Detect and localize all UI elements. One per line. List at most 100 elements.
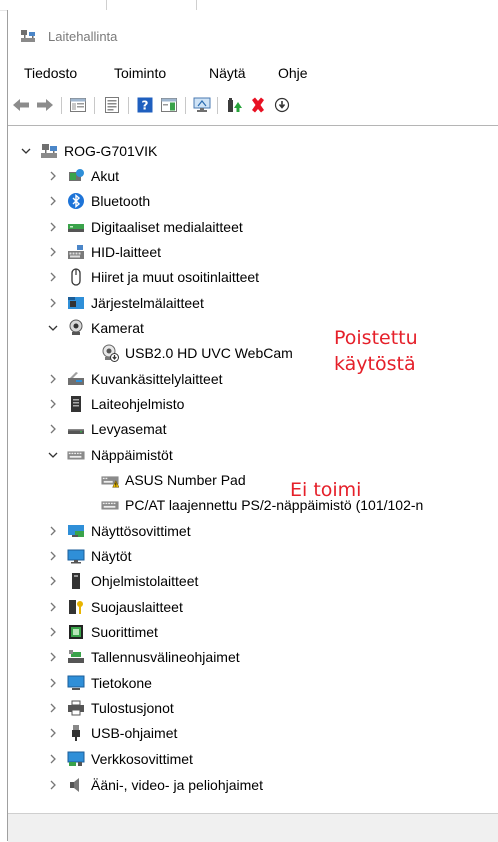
chevron-right-icon[interactable] xyxy=(47,195,59,207)
title-bar: Laitehallinta xyxy=(8,10,498,58)
chevron-right-icon[interactable] xyxy=(47,779,59,791)
chevron-right-icon[interactable] xyxy=(47,550,59,562)
uninstall-x-icon[interactable] xyxy=(248,95,268,115)
toolbar-separator xyxy=(61,97,62,114)
chevron-right-icon[interactable] xyxy=(47,170,59,182)
chevron-right-icon[interactable] xyxy=(47,601,59,613)
chevron-right-icon[interactable] xyxy=(47,575,59,587)
device-asus-number-pad[interactable]: ASUS Number Pad xyxy=(101,467,246,492)
chevron-right-icon[interactable] xyxy=(47,753,59,765)
top-edge-divider xyxy=(196,0,197,10)
device-webcam[interactable]: USB2.0 HD UVC WebCam xyxy=(101,340,293,365)
chevron-right-icon[interactable] xyxy=(47,373,59,385)
device-tree: ROG-G701VIK Akut Bluetooth Digitaaliset … xyxy=(8,125,498,814)
category-monitors[interactable]: Näytöt xyxy=(47,543,131,568)
category-system-devices[interactable]: Järjestelmälaitteet xyxy=(47,290,204,315)
chevron-right-icon[interactable] xyxy=(47,525,59,537)
menu-tiedosto[interactable]: Tiedosto xyxy=(24,65,77,81)
device-ps2-keyboard[interactable]: PC/AT laajennettu PS/2-näppäimistö (101/… xyxy=(101,492,423,517)
chevron-right-icon[interactable] xyxy=(47,271,59,283)
battery-icon xyxy=(67,167,85,185)
menu-toiminto[interactable]: Toiminto xyxy=(114,65,166,81)
chevron-right-icon[interactable] xyxy=(47,626,59,638)
category-cameras[interactable]: Kamerat xyxy=(47,315,144,340)
forward-arrow-icon[interactable] xyxy=(35,95,55,115)
chevron-down-icon[interactable] xyxy=(20,145,32,157)
annotation-disabled-line1: Poistettu xyxy=(334,327,418,349)
firmware-chip-icon xyxy=(67,395,85,413)
category-digital-media[interactable]: Digitaaliset medialaitteet xyxy=(47,214,243,239)
chevron-right-icon[interactable] xyxy=(47,651,59,663)
category-label: Laiteohjelmisto xyxy=(91,395,185,412)
menu-ohje[interactable]: Ohje xyxy=(278,65,308,81)
bluetooth-icon xyxy=(67,192,85,210)
action-pane-icon[interactable] xyxy=(159,95,179,115)
annotation-not-working: Ei toimi xyxy=(290,479,362,501)
computer-icon xyxy=(67,674,85,692)
category-bluetooth[interactable]: Bluetooth xyxy=(47,188,150,213)
chevron-right-icon[interactable] xyxy=(47,702,59,714)
category-akut[interactable]: Akut xyxy=(47,163,119,188)
chevron-right-icon[interactable] xyxy=(47,221,59,233)
menu-nayta[interactable]: Näytä xyxy=(209,65,246,81)
disable-device-icon[interactable] xyxy=(272,95,292,115)
category-label: Näppäimistöt xyxy=(91,446,173,463)
chevron-right-icon[interactable] xyxy=(47,727,59,739)
category-label: Tietokone xyxy=(91,674,152,691)
toolbar-separator xyxy=(185,97,186,114)
chevron-right-icon[interactable] xyxy=(47,677,59,689)
category-processors[interactable]: Suorittimet xyxy=(47,619,158,644)
category-imaging-devices[interactable]: Kuvankäsittelylaitteet xyxy=(47,366,223,391)
chevron-down-icon[interactable] xyxy=(47,449,59,461)
chevron-right-icon[interactable] xyxy=(47,297,59,309)
toolbar: ? xyxy=(8,90,498,120)
speaker-icon xyxy=(67,776,85,794)
category-hid[interactable]: HID-laitteet xyxy=(47,239,161,264)
computer-name: ROG-G701VIK xyxy=(64,142,158,159)
category-mice[interactable]: Hiiret ja muut osoitinlaitteet xyxy=(47,264,259,289)
chevron-right-icon[interactable] xyxy=(47,398,59,410)
category-sound-video-game[interactable]: Ääni-, video- ja peliohjaimet xyxy=(47,772,263,797)
help-icon[interactable]: ? xyxy=(135,95,155,115)
category-label: Näyttösovittimet xyxy=(91,522,191,539)
category-label: Kuvankäsittelylaitteet xyxy=(91,370,223,387)
chevron-down-icon[interactable] xyxy=(47,322,59,334)
category-computer[interactable]: Tietokone xyxy=(47,670,152,695)
scan-hardware-icon[interactable] xyxy=(192,95,212,115)
tree-root[interactable]: ROG-G701VIK xyxy=(20,138,157,163)
chevron-right-icon[interactable] xyxy=(47,423,59,435)
system-folder-icon xyxy=(67,294,85,312)
category-label: HID-laitteet xyxy=(91,243,162,260)
category-storage-controllers[interactable]: Tallennusvälineohjaimet xyxy=(47,644,240,669)
update-driver-icon[interactable] xyxy=(224,95,244,115)
category-firmware[interactable]: Laiteohjelmisto xyxy=(47,391,184,416)
category-security-devices[interactable]: Suojauslaitteet xyxy=(47,594,183,619)
monitor-icon xyxy=(67,547,85,565)
category-label: Tulostusjonot xyxy=(91,699,174,716)
annotation-disabled-line2: käytöstä xyxy=(334,353,416,375)
category-keyboards[interactable]: Näppäimistöt xyxy=(47,442,173,467)
software-device-icon xyxy=(67,572,85,590)
menu-bar: Tiedosto Toiminto Näytä Ohje xyxy=(8,58,498,88)
display-adapter-icon xyxy=(67,522,85,540)
category-label: Näytöt xyxy=(91,547,132,564)
category-display-adapters[interactable]: Näyttösovittimet xyxy=(47,518,191,543)
category-label: Akut xyxy=(91,167,120,184)
category-network-adapters[interactable]: Verkkosovittimet xyxy=(47,746,193,771)
category-software-devices[interactable]: Ohjelmistolaitteet xyxy=(47,568,198,593)
category-usb-controllers[interactable]: USB-ohjaimet xyxy=(47,720,177,745)
back-arrow-icon[interactable] xyxy=(11,95,31,115)
category-print-queues[interactable]: Tulostusjonot xyxy=(47,695,174,720)
category-disk-drives[interactable]: Levyasemat xyxy=(47,416,166,441)
category-label: Ohjelmistolaitteet xyxy=(91,572,199,589)
disk-drive-icon xyxy=(67,420,85,438)
chevron-right-icon[interactable] xyxy=(47,246,59,258)
status-bar xyxy=(8,813,498,842)
properties-icon[interactable] xyxy=(102,95,122,115)
security-key-icon xyxy=(67,598,85,616)
window-title: Laitehallinta xyxy=(48,29,118,44)
category-label: Bluetooth xyxy=(91,192,151,209)
computer-network-icon xyxy=(40,142,58,160)
category-label: Suojauslaitteet xyxy=(91,598,183,615)
show-hide-tree-icon[interactable] xyxy=(68,95,88,115)
